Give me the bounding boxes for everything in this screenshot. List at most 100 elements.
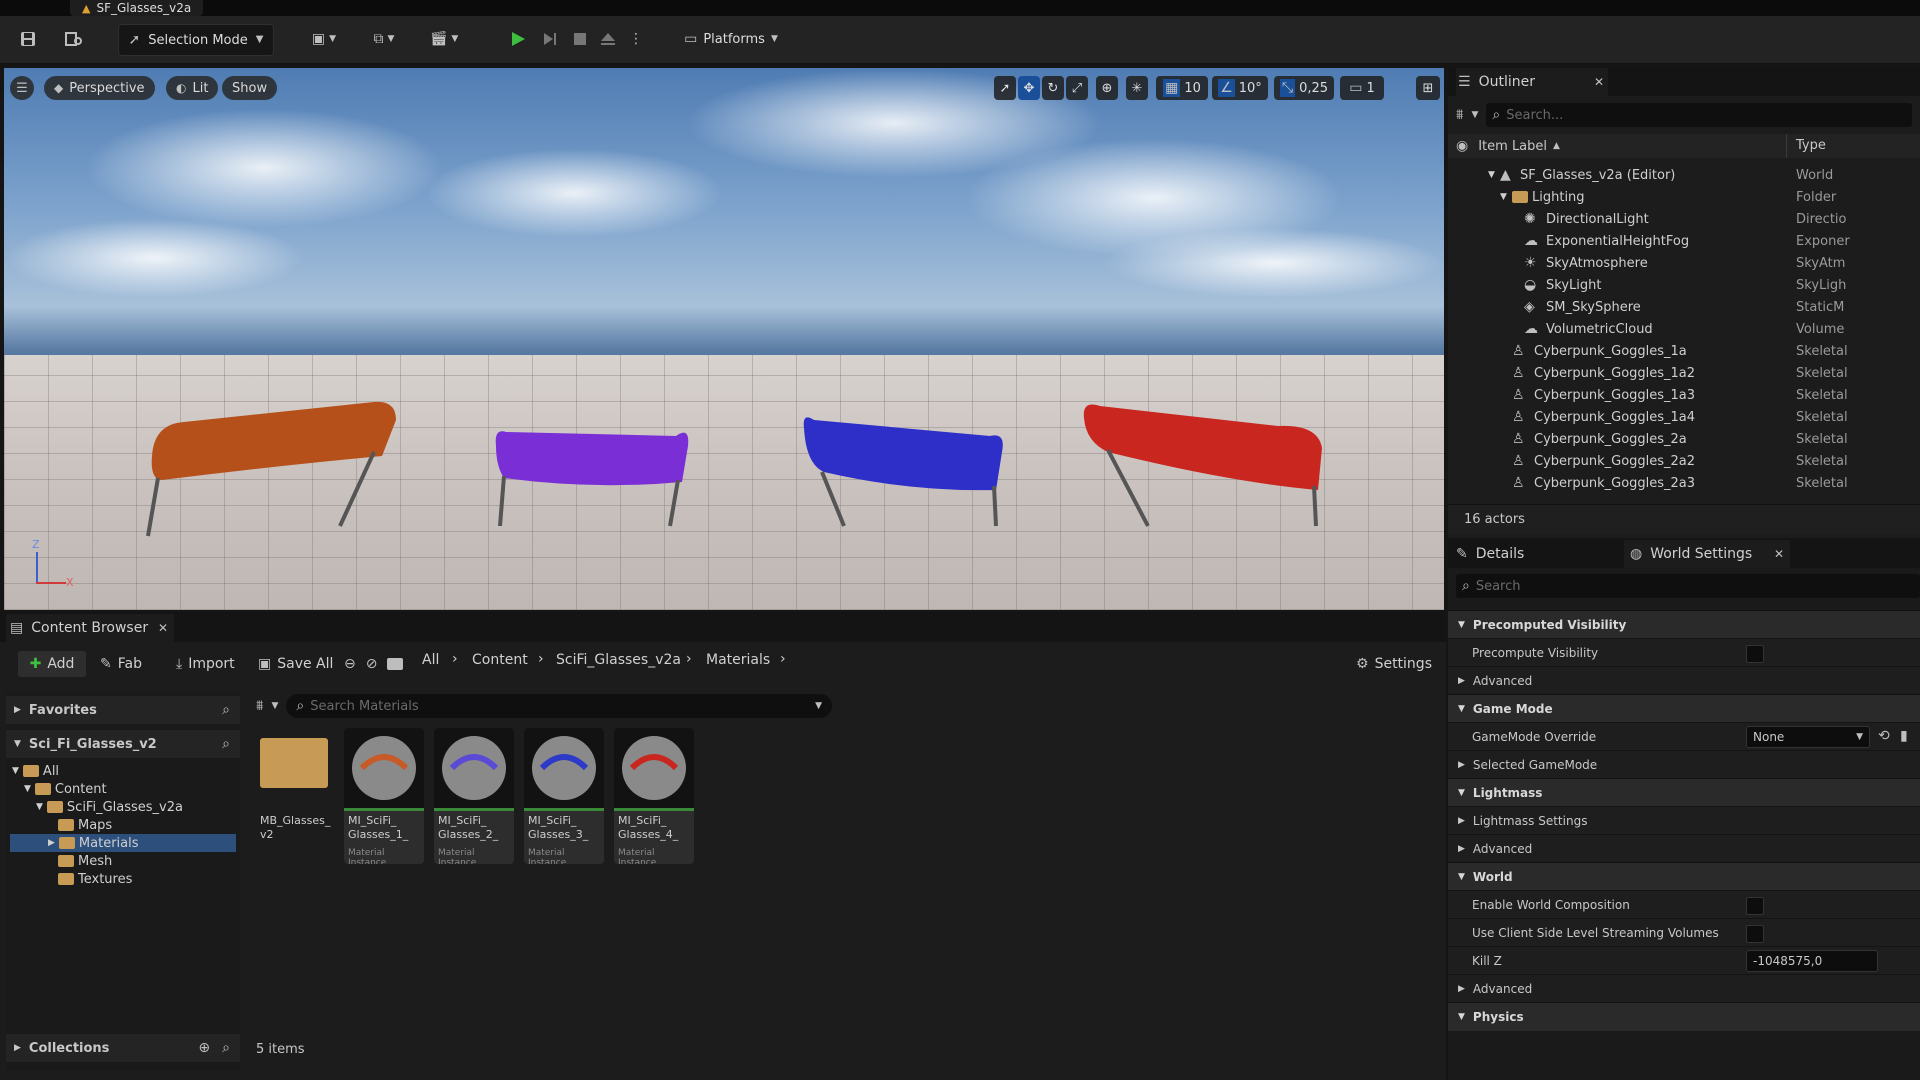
document-tab[interactable]: ▲ SF_Glasses_v2a: [70, 0, 204, 16]
rotate-tool-icon[interactable]: ↻: [1042, 76, 1064, 100]
tab-content-browser[interactable]: ▤ Content Browser ✕: [6, 614, 174, 642]
goggles-red[interactable]: [1078, 386, 1328, 546]
filter-icon[interactable]: ⩩: [256, 699, 263, 713]
row-lightmass-settings[interactable]: ▶ Lightmass Settings: [1448, 806, 1920, 835]
outliner-row[interactable]: ◈ SM_SkySphere StaticM: [1448, 296, 1920, 318]
breadcrumb-item[interactable]: Content: [472, 652, 528, 668]
section-physics[interactable]: ▼ Physics: [1448, 1002, 1920, 1031]
section-precomputed-visibility[interactable]: ▼ Precomputed Visibility: [1448, 610, 1920, 639]
kill-z-input[interactable]: -1048575,0: [1746, 950, 1878, 972]
save-all-button[interactable]: ▣ Save All: [258, 651, 333, 677]
browse-content-icon[interactable]: [60, 24, 88, 54]
col-item-label[interactable]: Item Label: [1478, 139, 1547, 154]
row-advanced[interactable]: ▶ Advanced: [1448, 666, 1920, 695]
world-space-icon[interactable]: ⊕: [1096, 76, 1118, 100]
outliner-row[interactable]: ☀ SkyAtmosphere SkyAtm: [1448, 252, 1920, 274]
close-icon[interactable]: ✕: [1774, 548, 1784, 560]
section-lightmass[interactable]: ▼ Lightmass: [1448, 778, 1920, 807]
tab-world-settings[interactable]: ◍ World Settings ✕: [1624, 540, 1790, 568]
scale-snap-toggle[interactable]: ⤡ 0,25: [1274, 76, 1334, 100]
search-icon[interactable]: ⌕: [222, 737, 230, 751]
outliner-row[interactable]: ✺ DirectionalLight Directio: [1448, 208, 1920, 230]
breadcrumb-item[interactable]: Materials: [706, 652, 770, 668]
tab-outliner[interactable]: ☰ Outliner ✕: [1456, 68, 1608, 96]
tree-item-maps[interactable]: Maps: [58, 816, 112, 834]
outliner-row[interactable]: ♙ Cyberpunk_Goggles_2a3 Skeletal: [1448, 472, 1920, 494]
section-game-mode[interactable]: ▼ Game Mode: [1448, 694, 1920, 723]
search-icon[interactable]: ⌕: [222, 703, 230, 717]
outliner-row[interactable]: ♙ Cyberpunk_Goggles_2a Skeletal: [1448, 428, 1920, 450]
favorites-header[interactable]: ▶ Favorites ⌕: [6, 696, 240, 724]
play-options-button[interactable]: ⋮: [628, 24, 644, 54]
tree-item-materials[interactable]: ▶ Materials: [10, 834, 236, 852]
gamemode-override-dropdown[interactable]: None ▼: [1746, 726, 1870, 748]
outliner-row[interactable]: ☁ VolumetricCloud Volume: [1448, 318, 1920, 340]
tab-details[interactable]: ✎ Details: [1456, 540, 1616, 568]
asset-search-input[interactable]: ⌕ Search Materials ▼: [286, 694, 832, 718]
breadcrumb-item[interactable]: SciFi_Glasses_v2a: [556, 652, 681, 668]
row-advanced[interactable]: ▶ Advanced: [1448, 974, 1920, 1003]
tree-item-textures[interactable]: Textures: [58, 870, 132, 888]
show-button[interactable]: Show: [222, 76, 278, 100]
platforms-dropdown[interactable]: ▭ Platforms ▼: [678, 24, 784, 54]
level-viewport[interactable]: ☰ ◆ Perspective ◐ Lit Show ➚ ✥ ↻ ⤢ ⊕ ✳ ▦…: [4, 68, 1444, 610]
move-tool-icon[interactable]: ✥: [1018, 76, 1040, 100]
row-advanced[interactable]: ▶ Advanced: [1448, 834, 1920, 863]
settings-button[interactable]: ⚙ Settings: [1356, 651, 1432, 677]
section-world[interactable]: ▼ World: [1448, 862, 1920, 891]
close-icon[interactable]: ✕: [1594, 76, 1604, 88]
surface-snap-icon[interactable]: ✳: [1126, 76, 1148, 100]
tree-item-scifi-glasses[interactable]: ▼ SciFi_Glasses_v2a: [36, 798, 183, 816]
back-icon[interactable]: ⊖: [344, 657, 356, 671]
row-selected-gamemode[interactable]: ▶ Selected GameMode: [1448, 750, 1920, 779]
goggles-purple[interactable]: [492, 386, 692, 546]
camera-speed-button[interactable]: ▭ 1: [1340, 76, 1384, 100]
outliner-row[interactable]: ◒ SkyLight SkyLigh: [1448, 274, 1920, 296]
tree-item-mesh[interactable]: Mesh: [58, 852, 112, 870]
outliner-row[interactable]: ♙ Cyberpunk_Goggles_1a4 Skeletal: [1448, 406, 1920, 428]
fab-button[interactable]: ✎ Fab: [100, 651, 142, 677]
goggles-blue[interactable]: [800, 386, 1010, 546]
scale-tool-icon[interactable]: ⤢: [1066, 76, 1088, 100]
outliner-row-world[interactable]: ▼ ▲ SF_Glasses_v2a (Editor) World: [1448, 164, 1920, 186]
viewport-layout-icon[interactable]: ⊞: [1416, 76, 1440, 100]
precompute-visibility-checkbox[interactable]: [1746, 645, 1764, 663]
tree-item-content[interactable]: ▼ Content: [24, 780, 107, 798]
close-icon[interactable]: ✕: [158, 622, 168, 634]
breadcrumb-item[interactable]: All: [422, 652, 439, 668]
chevron-down-icon[interactable]: ▼: [815, 701, 822, 711]
asset-tile-folder[interactable]: MB_Glasses_ v2: [256, 728, 336, 864]
chevron-down-icon[interactable]: ▼: [271, 701, 278, 711]
filter-icon[interactable]: ⩩: [1456, 108, 1463, 122]
asset-tile-material-instance[interactable]: MI_SciFi_ Glasses_4_ Material Instance: [614, 728, 694, 864]
selection-mode-dropdown[interactable]: ➚ Selection Mode ▼: [118, 24, 274, 56]
step-button[interactable]: [538, 24, 562, 54]
forward-icon[interactable]: ⊘: [366, 657, 378, 671]
reset-icon[interactable]: ⟲: [1878, 729, 1890, 743]
asset-tile-material-instance[interactable]: MI_SciFi_ Glasses_2_ Material Instance: [434, 728, 514, 864]
rotation-snap-toggle[interactable]: ∠ 10°: [1212, 76, 1268, 100]
asset-tile-material-instance[interactable]: MI_SciFi_ Glasses_1_ Material Instance: [344, 728, 424, 864]
add-button[interactable]: ✚ Add: [18, 651, 86, 677]
grid-snap-toggle[interactable]: ▦ 10: [1156, 76, 1208, 100]
outliner-search-input[interactable]: ⌕ Search...: [1486, 103, 1912, 127]
outliner-row[interactable]: ♙ Cyberpunk_Goggles_1a3 Skeletal: [1448, 384, 1920, 406]
details-search-input[interactable]: ⌕ Search: [1456, 574, 1920, 598]
import-button[interactable]: ⤓ Import: [176, 651, 235, 677]
col-type[interactable]: Type: [1796, 138, 1826, 153]
stop-button[interactable]: [568, 24, 592, 54]
client-streaming-checkbox[interactable]: [1746, 925, 1764, 943]
outliner-row[interactable]: ☁ ExponentialHeightFog Exponer: [1448, 230, 1920, 252]
outliner-row[interactable]: ♙ Cyberpunk_Goggles_1a Skeletal: [1448, 340, 1920, 362]
play-button[interactable]: [506, 24, 530, 54]
asset-tile-material-instance[interactable]: MI_SciFi_ Glasses_3_ Material Instance: [524, 728, 604, 864]
perspective-button[interactable]: ◆ Perspective: [44, 76, 155, 100]
outliner-row-folder[interactable]: ▼ Lighting Folder: [1448, 186, 1920, 208]
outliner-row[interactable]: ♙ Cyberpunk_Goggles_1a2 Skeletal: [1448, 362, 1920, 384]
cinematics-button[interactable]: 🎬︎ ▼: [424, 24, 464, 54]
eye-icon[interactable]: ◉: [1456, 139, 1468, 153]
project-header[interactable]: ▼ Sci_Fi_Glasses_v2 ⌕: [6, 730, 240, 758]
eject-button[interactable]: [596, 24, 620, 54]
outliner-row[interactable]: ♙ Cyberpunk_Goggles_2a2 Skeletal: [1448, 450, 1920, 472]
save-icon[interactable]: [14, 24, 42, 54]
